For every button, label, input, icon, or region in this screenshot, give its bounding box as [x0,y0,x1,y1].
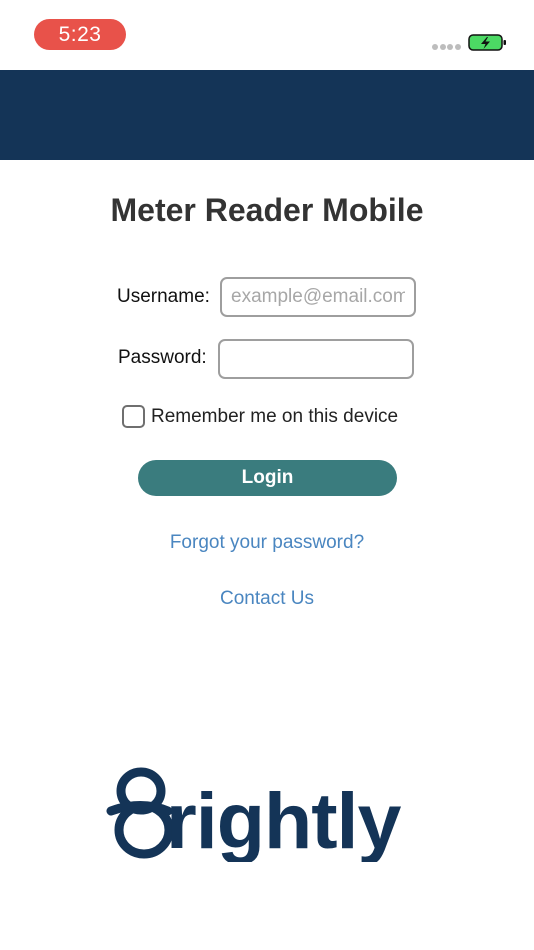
username-input[interactable] [220,277,416,317]
svg-text:rightly: rightly [166,776,401,862]
battery-charging-icon [468,34,506,51]
header-band [0,70,534,160]
remember-me-row[interactable]: Remember me on this device [122,405,398,429]
app-title: Meter Reader Mobile [110,192,424,228]
password-label: Password: [118,347,207,368]
signal-dots-icon [432,44,462,50]
status-bar: 5:23 [0,0,534,70]
remember-me-checkbox[interactable] [122,405,145,428]
brightly-logo: rightly [106,767,402,862]
status-time[interactable]: 5:23 [34,19,126,50]
password-input[interactable] [218,339,414,379]
forgot-password-link[interactable]: Forgot your password? [0,532,534,554]
username-label: Username: [117,286,210,307]
login-button[interactable]: Login [138,460,397,496]
contact-us-link[interactable]: Contact Us [0,588,534,610]
remember-me-label[interactable]: Remember me on this device [151,406,398,428]
